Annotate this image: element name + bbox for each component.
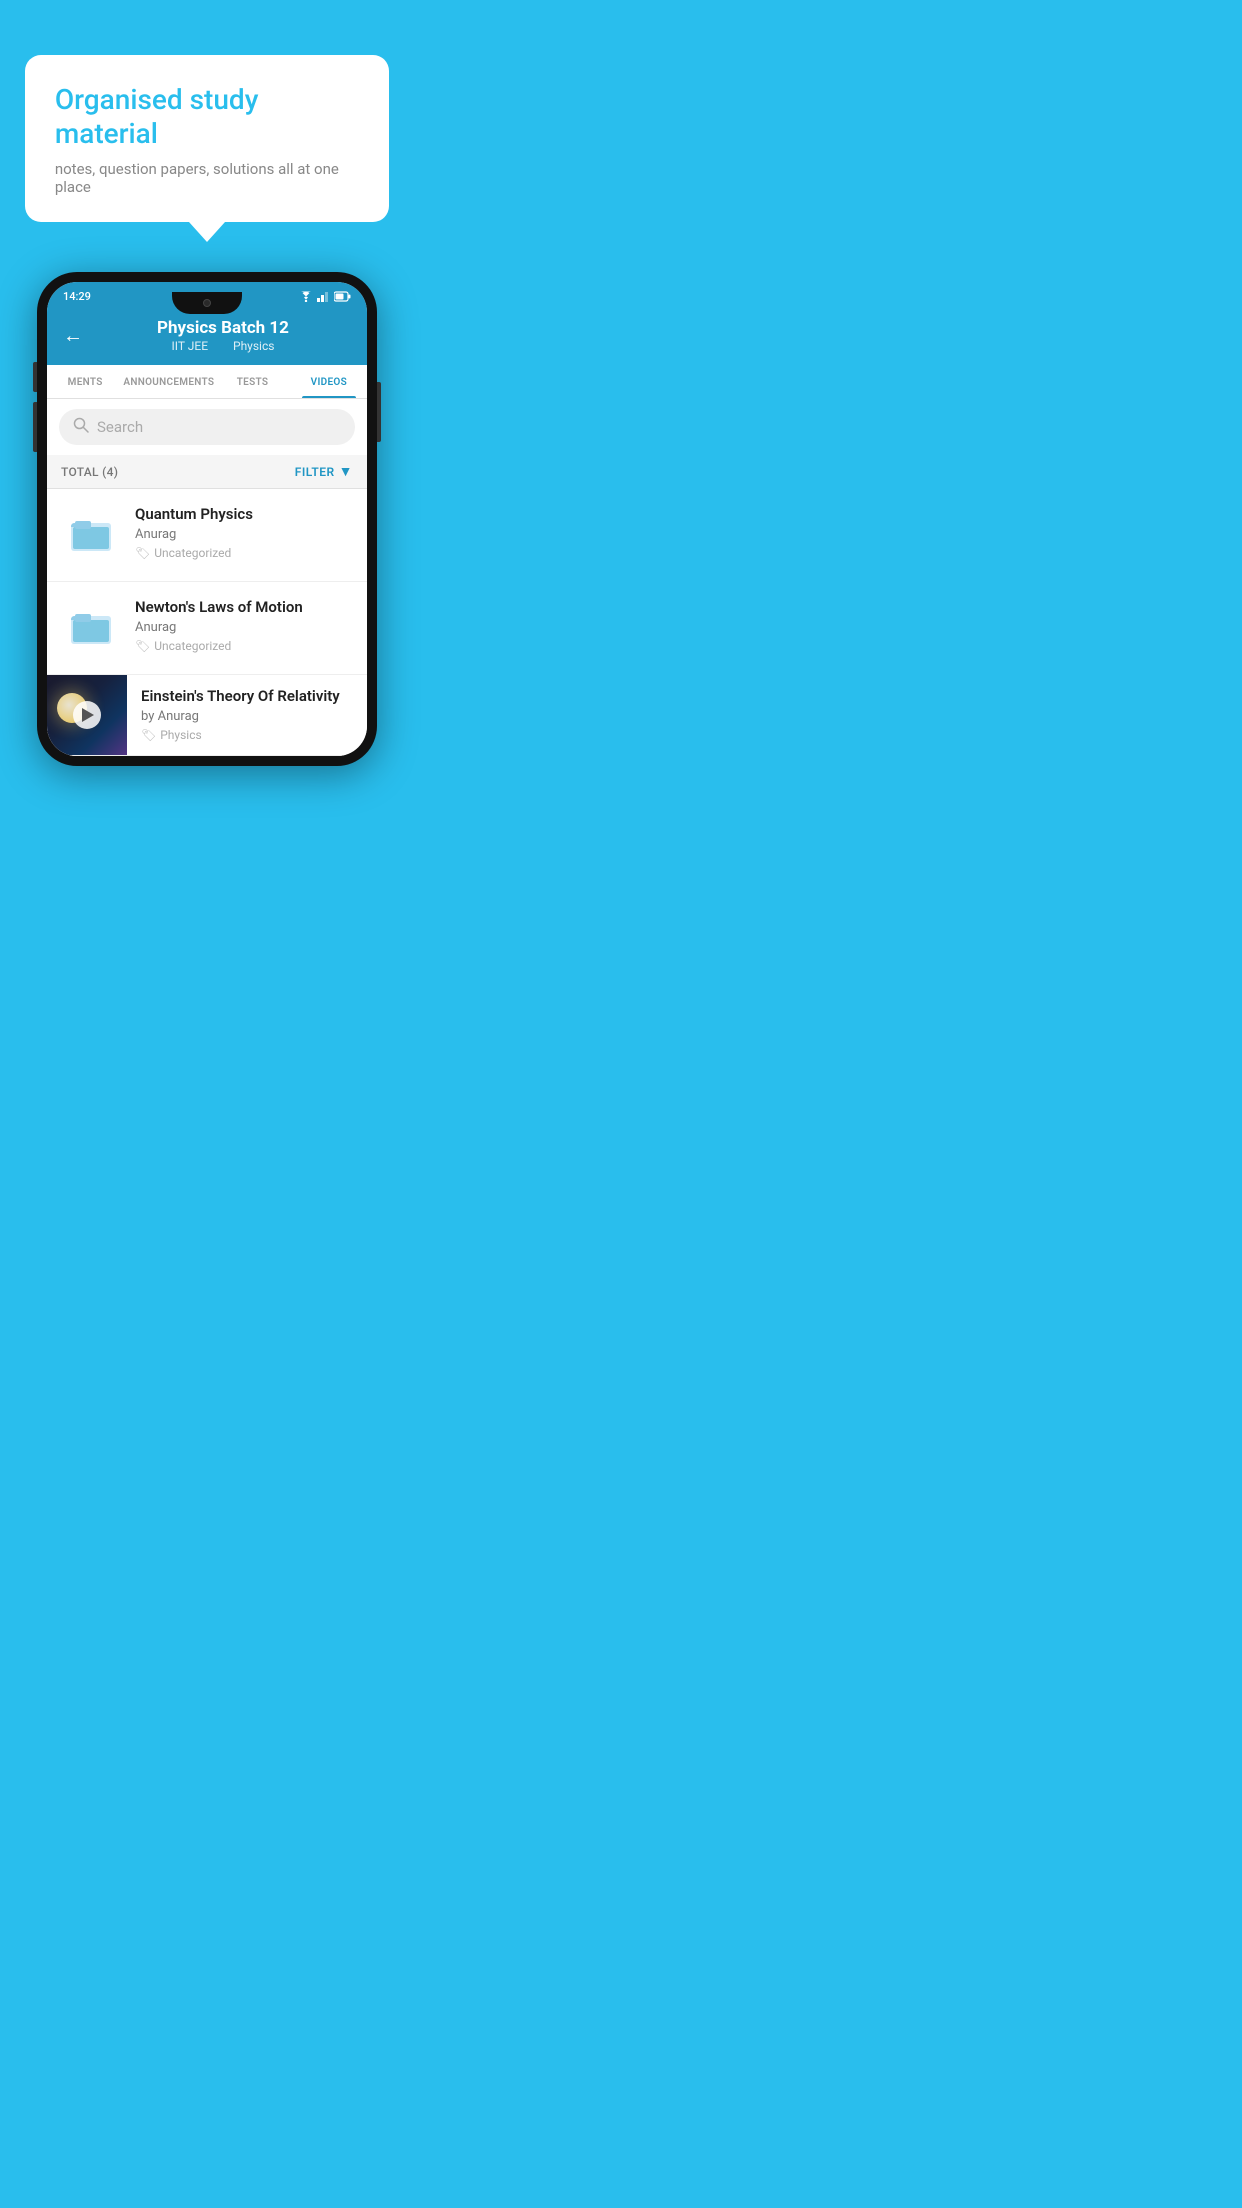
header-title-block: Physics Batch 12 IIT JEE Physics	[95, 318, 351, 353]
header-subtitle-right: Physics	[233, 339, 274, 353]
tab-ments[interactable]: MENTS	[47, 365, 123, 398]
speech-bubble-title: Organised study material	[55, 83, 359, 150]
search-box[interactable]: Search	[59, 409, 355, 445]
list-item[interactable]: Einstein's Theory Of Relativity by Anura…	[47, 675, 367, 756]
wifi-icon	[299, 291, 313, 302]
phone-wrapper: 14:29	[0, 272, 414, 766]
phone-frame: 14:29	[37, 272, 377, 766]
speech-bubble: Organised study material notes, question…	[25, 55, 389, 222]
total-count-label: TOTAL (4)	[61, 465, 118, 479]
video-title-2: Newton's Laws of Motion	[135, 598, 353, 616]
header-subtitle: IIT JEE Physics	[95, 339, 351, 353]
list-item[interactable]: Quantum Physics Anurag 🏷 Uncategorized	[47, 489, 367, 582]
tab-tests[interactable]: TESTS	[214, 365, 290, 398]
search-placeholder: Search	[97, 418, 143, 436]
play-button[interactable]	[73, 701, 101, 729]
header-subtitle-sep	[219, 339, 225, 353]
status-icons	[299, 291, 351, 302]
video-info-3: Einstein's Theory Of Relativity by Anura…	[127, 675, 367, 754]
tab-announcements[interactable]: ANNOUNCEMENTS	[123, 365, 214, 398]
tag-label-1: Uncategorized	[154, 546, 231, 560]
speech-bubble-subtitle: notes, question papers, solutions all at…	[55, 160, 359, 196]
speech-bubble-arrow	[189, 222, 225, 242]
tag-label-2: Uncategorized	[154, 639, 231, 653]
tag-icon-2: 🏷	[135, 639, 150, 653]
video-info-2: Newton's Laws of Motion Anurag 🏷 Uncateg…	[135, 598, 353, 653]
folder-icon	[69, 606, 113, 650]
phone-side-btn-power	[377, 382, 381, 442]
phone-side-btn-vol-up	[33, 362, 37, 392]
header-title: Physics Batch 12	[95, 318, 351, 338]
back-button[interactable]: ←	[63, 323, 83, 348]
filter-bar: TOTAL (4) FILTER ▼	[47, 455, 367, 489]
video-author-2: Anurag	[135, 620, 353, 635]
video-title-1: Quantum Physics	[135, 505, 353, 523]
video-tag-2: 🏷 Uncategorized	[135, 639, 353, 653]
phone-side-btn-vol-down	[33, 402, 37, 452]
video-thumbnail-3	[47, 675, 127, 755]
tab-videos[interactable]: VIDEOS	[291, 365, 367, 398]
tag-icon-3: 🏷	[141, 728, 156, 742]
video-title-3: Einstein's Theory Of Relativity	[141, 687, 353, 705]
play-triangle	[82, 708, 94, 722]
notch	[172, 292, 242, 314]
video-author-1: Anurag	[135, 527, 353, 542]
tag-icon-1: 🏷	[135, 546, 150, 560]
folder-thumbnail-1	[61, 505, 121, 565]
battery-icon	[334, 291, 351, 302]
filter-label: FILTER	[295, 465, 335, 479]
list-item[interactable]: Newton's Laws of Motion Anurag 🏷 Uncateg…	[47, 582, 367, 675]
folder-thumbnail-2	[61, 598, 121, 658]
phone-screen: 14:29	[47, 282, 367, 756]
tabs-bar: MENTS ANNOUNCEMENTS TESTS VIDEOS	[47, 365, 367, 399]
status-time: 14:29	[63, 290, 91, 303]
folder-icon	[69, 513, 113, 557]
video-tag-3: 🏷 Physics	[141, 728, 353, 742]
app-header: ← Physics Batch 12 IIT JEE Physics	[47, 308, 367, 365]
speech-bubble-wrapper: Organised study material notes, question…	[25, 55, 389, 222]
signal-icon	[317, 291, 330, 302]
video-author-3: by Anurag	[141, 709, 353, 724]
search-icon	[73, 417, 89, 437]
video-tag-1: 🏷 Uncategorized	[135, 546, 353, 560]
search-icon-svg	[73, 417, 89, 433]
camera-dot	[203, 299, 211, 307]
tag-label-3: Physics	[160, 728, 201, 742]
filter-icon: ▼	[339, 463, 353, 480]
video-list: Quantum Physics Anurag 🏷 Uncategorized	[47, 489, 367, 756]
header-subtitle-left: IIT JEE	[172, 339, 209, 353]
filter-button[interactable]: FILTER ▼	[295, 463, 353, 480]
video-info-1: Quantum Physics Anurag 🏷 Uncategorized	[135, 505, 353, 560]
search-container: Search	[47, 399, 367, 455]
